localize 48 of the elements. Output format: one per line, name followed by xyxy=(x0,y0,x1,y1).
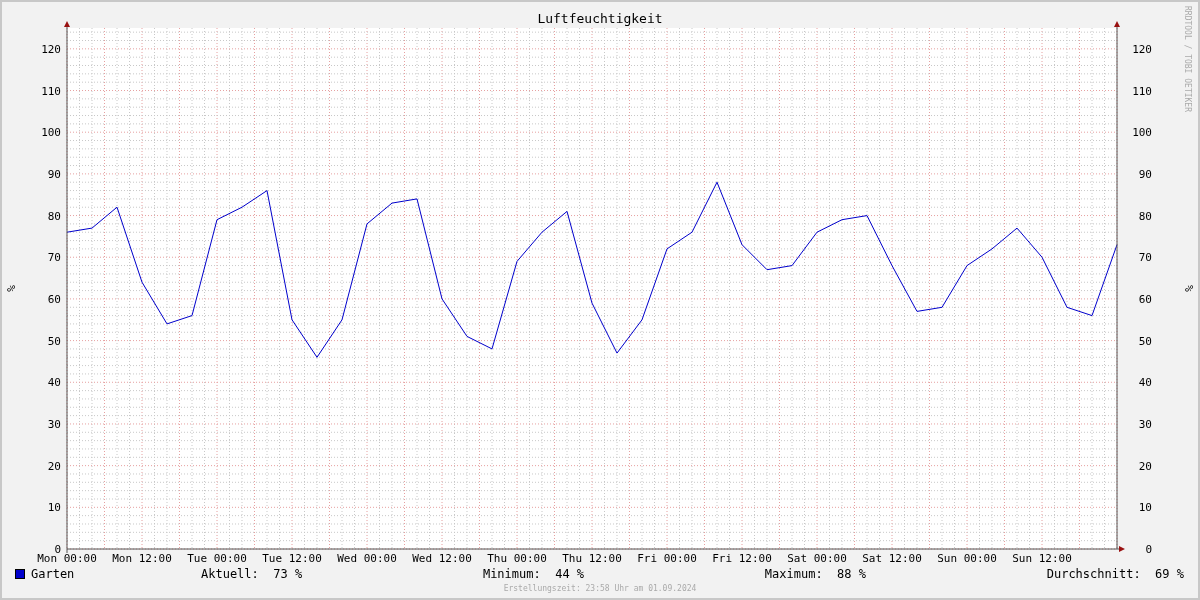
y-tick-label: 60 xyxy=(47,292,61,306)
y-tick-label: 40 xyxy=(1138,376,1152,390)
y-tick-label: 10 xyxy=(1138,501,1152,515)
x-tick-label: Sat 00:00 xyxy=(787,552,847,565)
x-tick-label: Sat 12:00 xyxy=(862,552,922,565)
legend-name: Garten xyxy=(31,566,76,583)
y-axis-label: % xyxy=(1183,285,1196,292)
y-tick-label: 40 xyxy=(47,376,61,390)
credit-text: RRDTOOL / TOBI OETIKER xyxy=(1183,6,1192,112)
x-tick-label: Wed 00:00 xyxy=(337,552,397,565)
x-tick-label: Sun 12:00 xyxy=(1012,552,1072,565)
creation-time-text: Erstellungszeit: 23:58 Uhr am 01.09.2024 xyxy=(503,583,697,595)
y-tick-label: 110 xyxy=(1132,84,1152,98)
y-tick-label: 100 xyxy=(41,126,61,140)
x-tick-label: Thu 00:00 xyxy=(487,552,547,565)
legend-stat: Durchschnitt: 69 % xyxy=(1046,566,1184,583)
y-tick-label: 90 xyxy=(47,167,61,181)
y-tick-label: 70 xyxy=(1138,251,1152,265)
y-tick-label: 30 xyxy=(1138,417,1152,431)
y-tick-label: 120 xyxy=(41,42,61,56)
x-tick-label: Mon 12:00 xyxy=(112,552,172,565)
y-axis-label: % xyxy=(5,285,18,292)
y-tick-label: 20 xyxy=(1138,459,1152,473)
y-tick-label: 30 xyxy=(47,417,61,431)
y-tick-label: 90 xyxy=(1138,167,1152,181)
x-tick-label: Fri 12:00 xyxy=(712,552,772,565)
chart-title: Luftfeuchtigkeit xyxy=(537,11,663,26)
y-tick-label: 70 xyxy=(47,251,61,265)
x-tick-label: Thu 12:00 xyxy=(562,552,622,565)
x-tick-label: Wed 12:00 xyxy=(412,552,472,565)
y-tick-label: 50 xyxy=(1138,334,1152,348)
y-tick-label: 110 xyxy=(41,84,61,98)
x-tick-label: Tue 12:00 xyxy=(262,552,322,565)
y-tick-label: 60 xyxy=(1138,292,1152,306)
y-tick-label: 20 xyxy=(47,459,61,473)
legend-stat: Maximum: 88 % xyxy=(764,566,866,583)
y-tick-label: 0 xyxy=(1145,543,1152,556)
x-tick-label: Tue 00:00 xyxy=(187,552,247,565)
y-tick-label: 120 xyxy=(1132,42,1152,56)
y-tick-label: 80 xyxy=(47,209,61,223)
legend-stat: Minimum: 44 % xyxy=(482,566,585,583)
x-tick-label: Sun 00:00 xyxy=(937,552,997,565)
x-tick-label: Fri 00:00 xyxy=(637,552,697,565)
y-tick-label: 50 xyxy=(47,334,61,348)
y-tick-label: 80 xyxy=(1138,209,1152,223)
legend-stat: Aktuell: 73 % xyxy=(201,566,303,583)
y-tick-label: 10 xyxy=(47,501,61,515)
y-tick-label: 100 xyxy=(1132,126,1152,140)
